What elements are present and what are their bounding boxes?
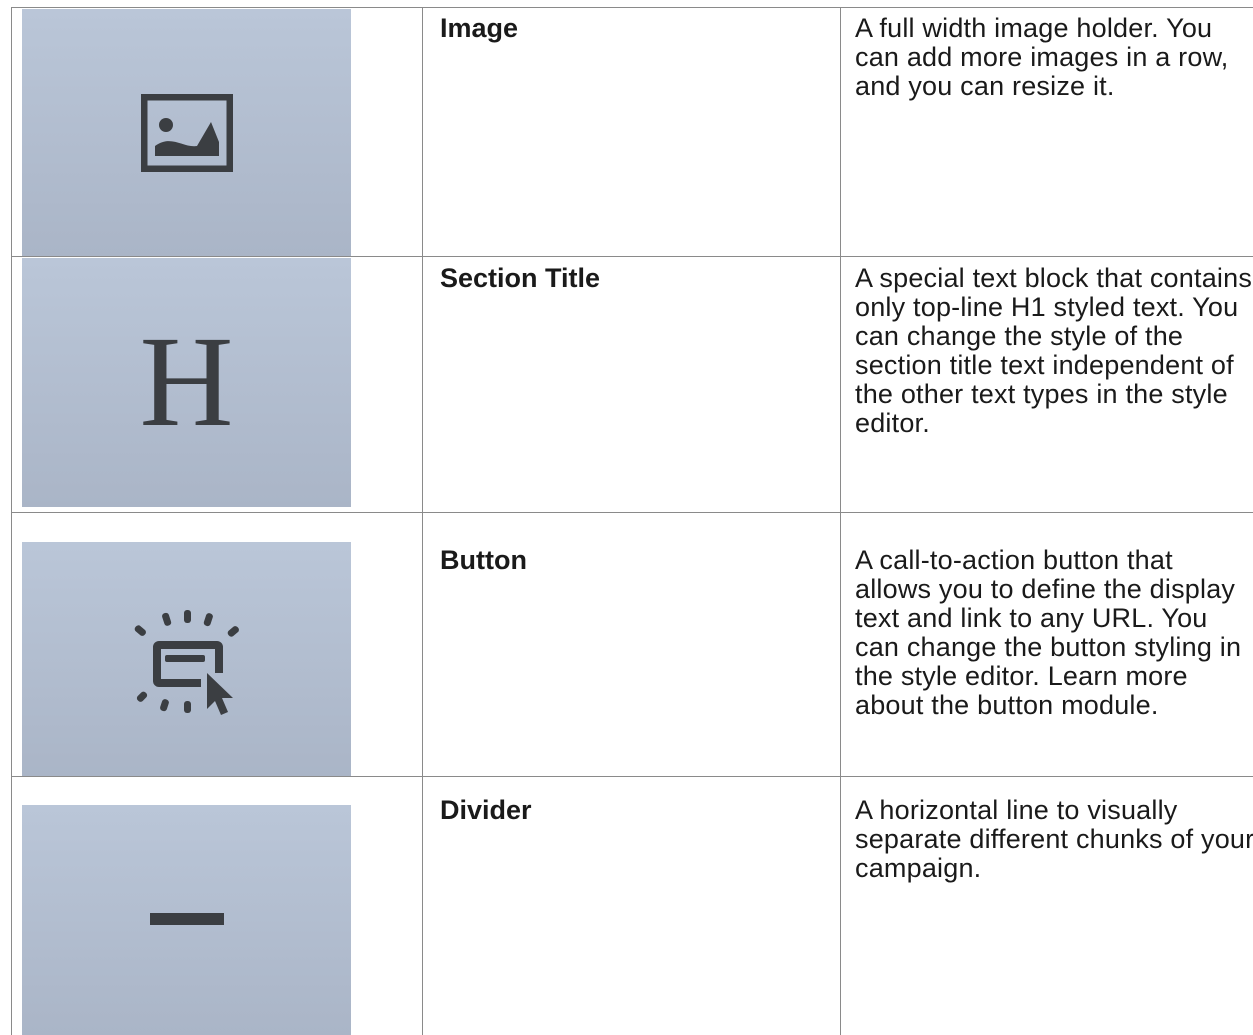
image-block-thumbnail [22, 9, 351, 256]
divider-block-thumbnail [22, 805, 351, 1035]
button-click-icon [127, 599, 247, 719]
table-row-image: Image A full width image holder. You can… [11, 7, 1253, 256]
table-row-divider: Divider A horizontal line to visually se… [11, 776, 1253, 1035]
block-title: Button [440, 545, 527, 575]
divider-icon [149, 913, 224, 925]
block-description: A call-to-action button that allows you … [855, 545, 1242, 720]
image-icon [140, 93, 233, 172]
block-description: A horizontal line to visually separate d… [855, 795, 1253, 883]
section-title-block-thumbnail: H [22, 258, 351, 507]
button-block-thumbnail [22, 542, 351, 776]
block-description: A full width image holder. You can add m… [855, 13, 1229, 101]
heading-icon: H [139, 309, 234, 454]
column-divider [422, 776, 423, 1035]
column-divider [422, 7, 423, 256]
block-title: Image [440, 13, 519, 43]
column-divider [840, 256, 841, 512]
column-divider [840, 512, 841, 776]
column-divider [11, 256, 12, 512]
table-row-section-title: H Section Title A special text block tha… [11, 256, 1253, 512]
block-title: Section Title [440, 263, 601, 293]
block-description: A special text block that contains only … [855, 263, 1253, 438]
column-divider [422, 256, 423, 512]
column-divider [11, 7, 12, 256]
content-blocks-table: Image A full width image holder. You can… [0, 0, 1253, 1035]
column-divider [422, 512, 423, 776]
column-divider [840, 776, 841, 1035]
table-row-button: Button A call-to-action button that allo… [11, 512, 1253, 776]
column-divider [11, 776, 12, 1035]
block-title: Divider [440, 795, 532, 825]
column-divider [11, 512, 12, 776]
column-divider [840, 7, 841, 256]
